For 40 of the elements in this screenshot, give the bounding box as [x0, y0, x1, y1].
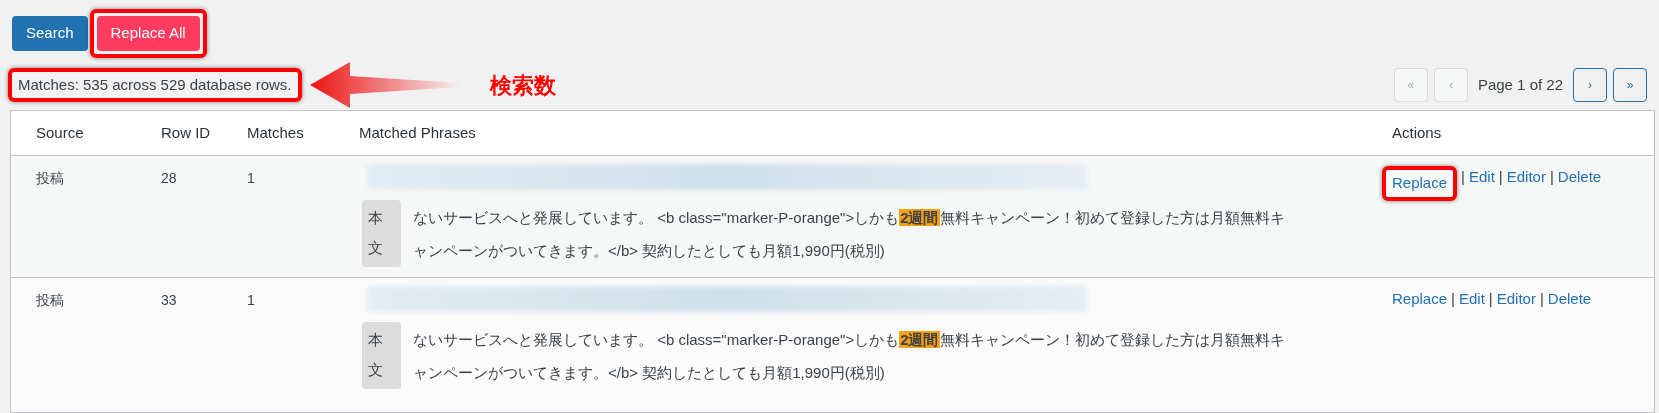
row-id-cell: 28: [161, 170, 177, 186]
column-header: Matched Phrases: [359, 123, 476, 141]
separator: |: [1460, 167, 1466, 187]
column-header: Source: [36, 123, 84, 141]
action-link[interactable]: Replace: [1392, 172, 1448, 195]
separator: |: [1538, 289, 1545, 309]
page-label: Page 1 of 22: [1476, 74, 1564, 95]
separator: |: [1450, 289, 1456, 309]
separator: |: [1548, 167, 1555, 187]
toolbar-button[interactable]: Replace All: [96, 15, 200, 51]
page-button[interactable]: ›: [1573, 68, 1607, 102]
source-cell: 投稿: [36, 292, 64, 308]
column-header: Actions: [1392, 123, 1442, 141]
column-header: Row ID: [161, 123, 211, 141]
toolbar-button[interactable]: Search: [12, 15, 88, 51]
action-link[interactable]: Edit: [1458, 288, 1485, 311]
page-button[interactable]: »: [1613, 68, 1647, 102]
action-link[interactable]: Editor: [1506, 166, 1546, 189]
action-link[interactable]: Delete: [1557, 166, 1602, 189]
matched-phrase: ャンペーンがついてきます。</b> 契約したとしても月額1,990円(税別): [413, 241, 886, 261]
field-badge: 本文: [362, 200, 401, 267]
action-link[interactable]: Delete: [1547, 288, 1592, 311]
matched-phrase: ャンペーンがついてきます。</b> 契約したとしても月額1,990円(税別): [413, 363, 886, 383]
matched-phrase: ないサービスへと発展しています。 <b class="marker-P-orange">しかも2週間無料キャンペーン！初めて登録した方は月額無料キ: [413, 208, 1285, 228]
matches-cell: 1: [247, 170, 255, 186]
source-cell: 投稿: [36, 170, 64, 186]
match-highlight: 2週間: [899, 209, 940, 226]
action-link[interactable]: Editor: [1496, 288, 1536, 311]
matched-phrase: ないサービスへと発展しています。 <b class="marker-P-orange">しかも2週間無料キャンペーン！初めて登録した方は月額無料キ: [413, 330, 1285, 350]
column-header: Matches: [247, 123, 304, 141]
action-link[interactable]: Replace: [1392, 288, 1448, 311]
separator: |: [1497, 167, 1504, 187]
match-summary: Matches: 535 across 529 database rows.: [18, 74, 292, 95]
row-id-cell: 33: [161, 292, 177, 308]
action-link[interactable]: Edit: [1468, 166, 1495, 189]
field-badge: 本文: [362, 322, 401, 389]
match-highlight: 2週間: [899, 331, 940, 348]
annotation-label: 検索数: [489, 71, 556, 100]
separator: |: [1487, 289, 1494, 309]
matches-cell: 1: [247, 292, 255, 308]
